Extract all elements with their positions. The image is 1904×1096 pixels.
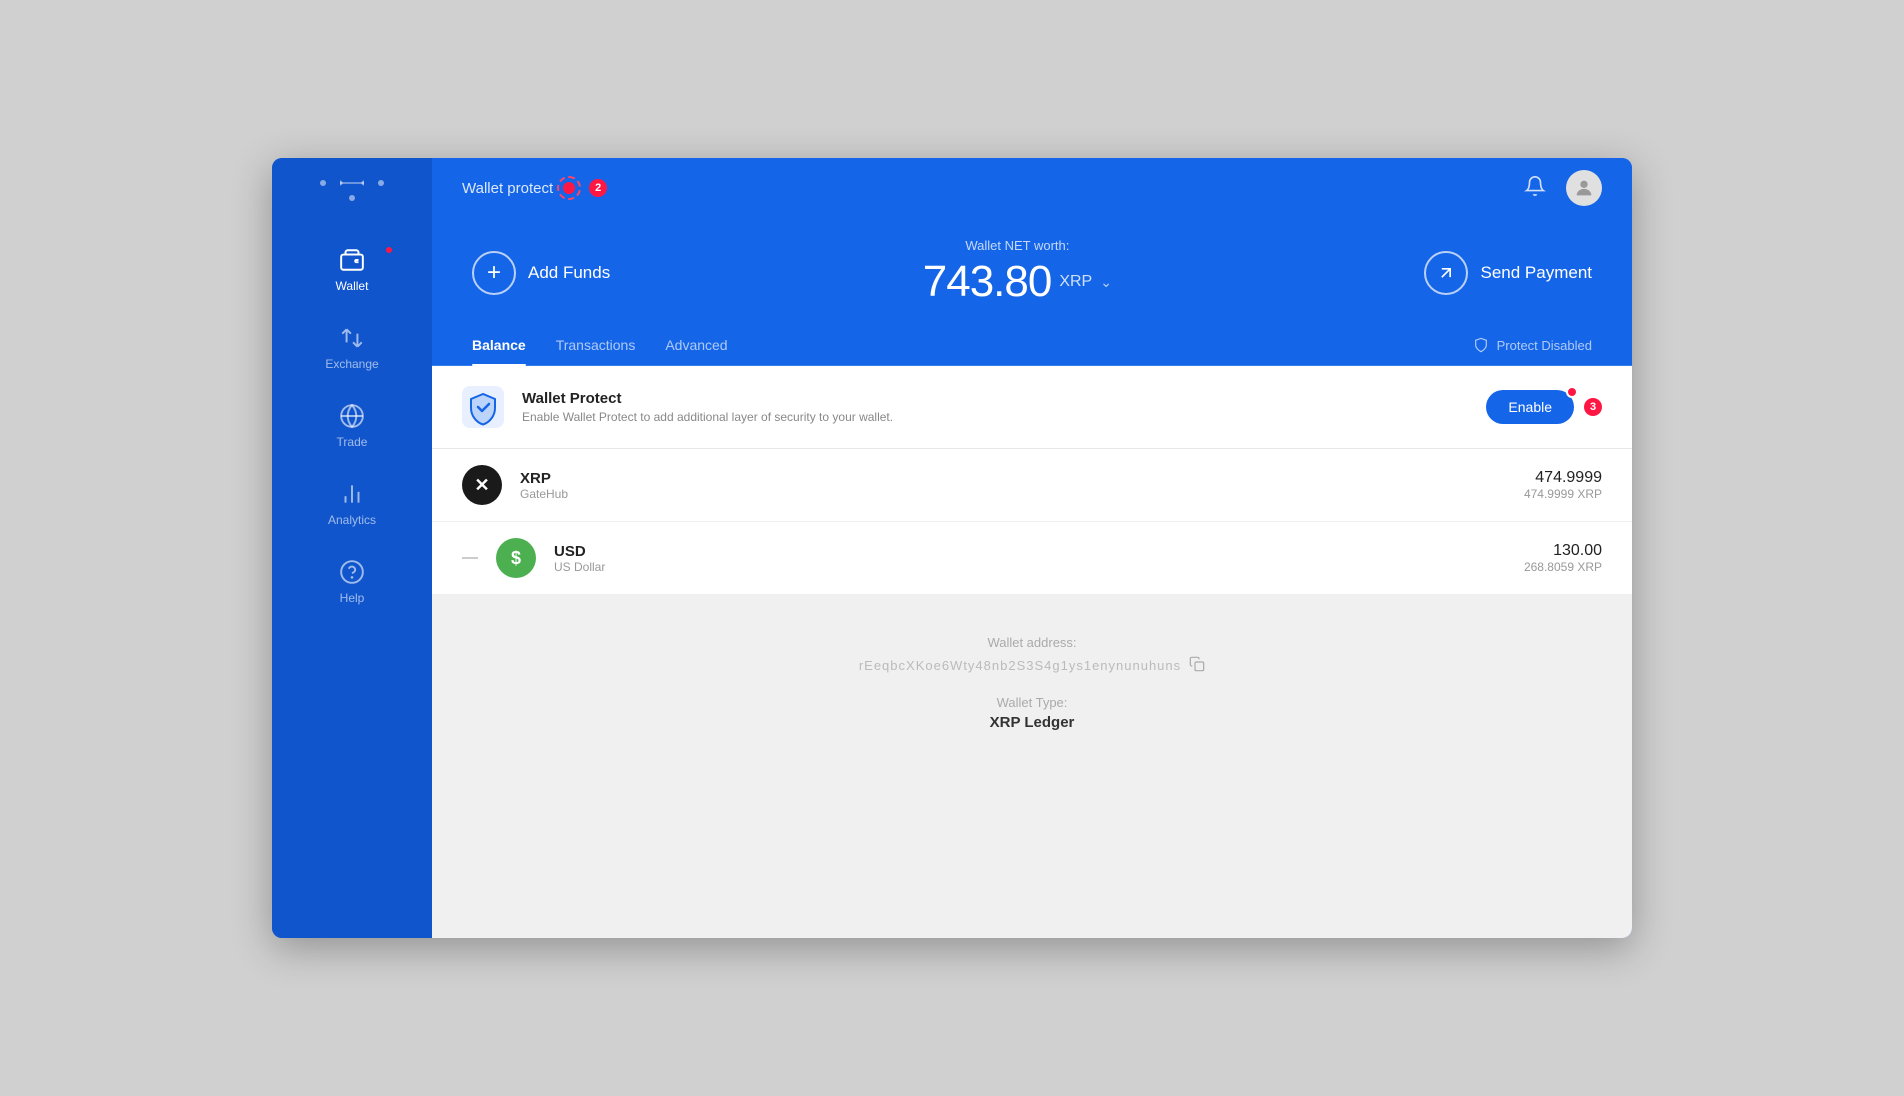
xrp-name: XRP [520, 470, 568, 487]
trade-icon [339, 403, 365, 429]
wallet-notification-dot [384, 245, 394, 255]
content-area: Wallet Protect Enable Wallet Protect to … [432, 366, 1632, 938]
currency-dropdown-icon[interactable]: ⌄ [1100, 274, 1112, 291]
sidebar-item-analytics[interactable]: Analytics [272, 465, 432, 543]
wallet-protect-text: Wallet protect [462, 180, 553, 197]
tab-transactions[interactable]: Transactions [556, 337, 636, 365]
send-payment-label: Send Payment [1480, 263, 1592, 283]
sidebar-item-help[interactable]: Help [272, 543, 432, 621]
usd-name: USD [554, 543, 605, 560]
enable-button-dot [1566, 386, 1578, 398]
wallet-address-value: rEeqbcXKoe6Wty48nb2S3S4g1ys1enynunuhuns [462, 656, 1602, 675]
net-worth-section: Wallet NET worth: 743.80 XRP ⌄ [923, 238, 1112, 307]
sidebar-item-trade[interactable]: Trade [272, 387, 432, 465]
usd-info: USD US Dollar [554, 543, 605, 574]
protect-status-text: Protect Disabled [1497, 338, 1592, 353]
enable-wallet-protect-button[interactable]: Enable [1486, 390, 1574, 424]
add-funds-button[interactable]: + Add Funds [472, 251, 610, 295]
topbar-wp-dot [563, 182, 575, 194]
wallet-protect-banner: Wallet Protect Enable Wallet Protect to … [432, 366, 1632, 449]
add-funds-label: Add Funds [528, 263, 610, 283]
sidebar-item-wallet-label: Wallet [336, 279, 369, 293]
net-worth-amount: 743.80 [923, 257, 1052, 307]
protect-shield-icon [1473, 337, 1489, 353]
sidebar-logo-area [272, 178, 432, 201]
topbar: Wallet protect 2 [432, 158, 1632, 218]
sidebar-item-exchange-label: Exchange [325, 357, 378, 371]
usd-separator-icon [462, 557, 478, 559]
copy-address-icon[interactable] [1189, 656, 1205, 675]
enable-badge-3: 3 [1584, 398, 1602, 416]
xrp-amount-secondary: 474.9999 XRP [1524, 487, 1602, 501]
wp-dot-ring [557, 176, 581, 200]
tabs: Balance Transactions Advanced [472, 337, 728, 365]
xrp-provider: GateHub [520, 487, 568, 501]
wallet-type-value: XRP Ledger [462, 714, 1602, 731]
usd-amount-secondary: 268.8059 XRP [1524, 560, 1602, 574]
wallet-protect-text-block: Wallet Protect Enable Wallet Protect to … [522, 390, 893, 424]
xrp-icon: ✕ [462, 465, 502, 505]
usd-amount-primary: 130.00 [1524, 542, 1602, 560]
sidebar-item-analytics-label: Analytics [328, 513, 376, 527]
topbar-title: Wallet protect 2 [462, 179, 607, 197]
tab-advanced[interactable]: Advanced [665, 337, 727, 365]
net-worth-label: Wallet NET worth: [923, 238, 1112, 253]
wallet-type-label: Wallet Type: [462, 695, 1602, 710]
asset-row-xrp: ✕ XRP GateHub 474.9999 474.9999 XRP [432, 449, 1632, 522]
wallet-protect-description: Enable Wallet Protect to add additional … [522, 410, 893, 424]
hero-section: + Add Funds Wallet NET worth: 743.80 XRP… [432, 218, 1632, 307]
wallet-protect-shield-icon [462, 386, 504, 428]
help-icon [339, 559, 365, 585]
usd-provider: US Dollar [554, 560, 605, 574]
xrp-amount-primary: 474.9999 [1524, 469, 1602, 487]
net-worth-currency: XRP [1059, 273, 1092, 291]
tabs-bar: Balance Transactions Advanced Protect Di… [432, 317, 1632, 366]
wallet-info-section: Wallet address: rEeqbcXKoe6Wty48nb2S3S4g… [432, 595, 1632, 771]
usd-icon: $ [496, 538, 536, 578]
add-funds-circle-icon: + [472, 251, 516, 295]
sidebar-item-wallet[interactable]: Wallet [272, 231, 432, 309]
usd-amounts: 130.00 268.8059 XRP [1524, 542, 1602, 574]
app-logo [320, 178, 384, 201]
protect-status: Protect Disabled [1473, 337, 1592, 365]
sidebar-item-exchange[interactable]: Exchange [272, 309, 432, 387]
sidebar: Wallet Exchange Trade [272, 158, 432, 938]
bell-icon[interactable] [1524, 175, 1546, 202]
send-payment-button[interactable]: Send Payment [1424, 251, 1592, 295]
wallet-icon [339, 247, 365, 273]
topbar-badge: 2 [589, 179, 607, 197]
tab-balance[interactable]: Balance [472, 337, 526, 365]
asset-row-usd: $ USD US Dollar 130.00 268.8059 XRP [432, 522, 1632, 595]
main-content: Wallet protect 2 [432, 158, 1632, 938]
sidebar-item-trade-label: Trade [337, 435, 368, 449]
sidebar-item-help-label: Help [340, 591, 365, 605]
send-payment-circle-icon [1424, 251, 1468, 295]
wallet-address-label: Wallet address: [462, 635, 1602, 650]
wallet-address-text: rEeqbcXKoe6Wty48nb2S3S4g1ys1enynunuhuns [859, 658, 1181, 673]
app-container: Wallet Exchange Trade [272, 158, 1632, 938]
sidebar-nav: Wallet Exchange Trade [272, 231, 432, 621]
net-worth-value: 743.80 XRP ⌄ [923, 257, 1112, 307]
xrp-amounts: 474.9999 474.9999 XRP [1524, 469, 1602, 501]
analytics-icon [339, 481, 365, 507]
user-avatar[interactable] [1566, 170, 1602, 206]
wallet-protect-title: Wallet Protect [522, 390, 893, 407]
exchange-icon [339, 325, 365, 351]
xrp-info: XRP GateHub [520, 470, 568, 501]
topbar-right [1524, 170, 1602, 206]
